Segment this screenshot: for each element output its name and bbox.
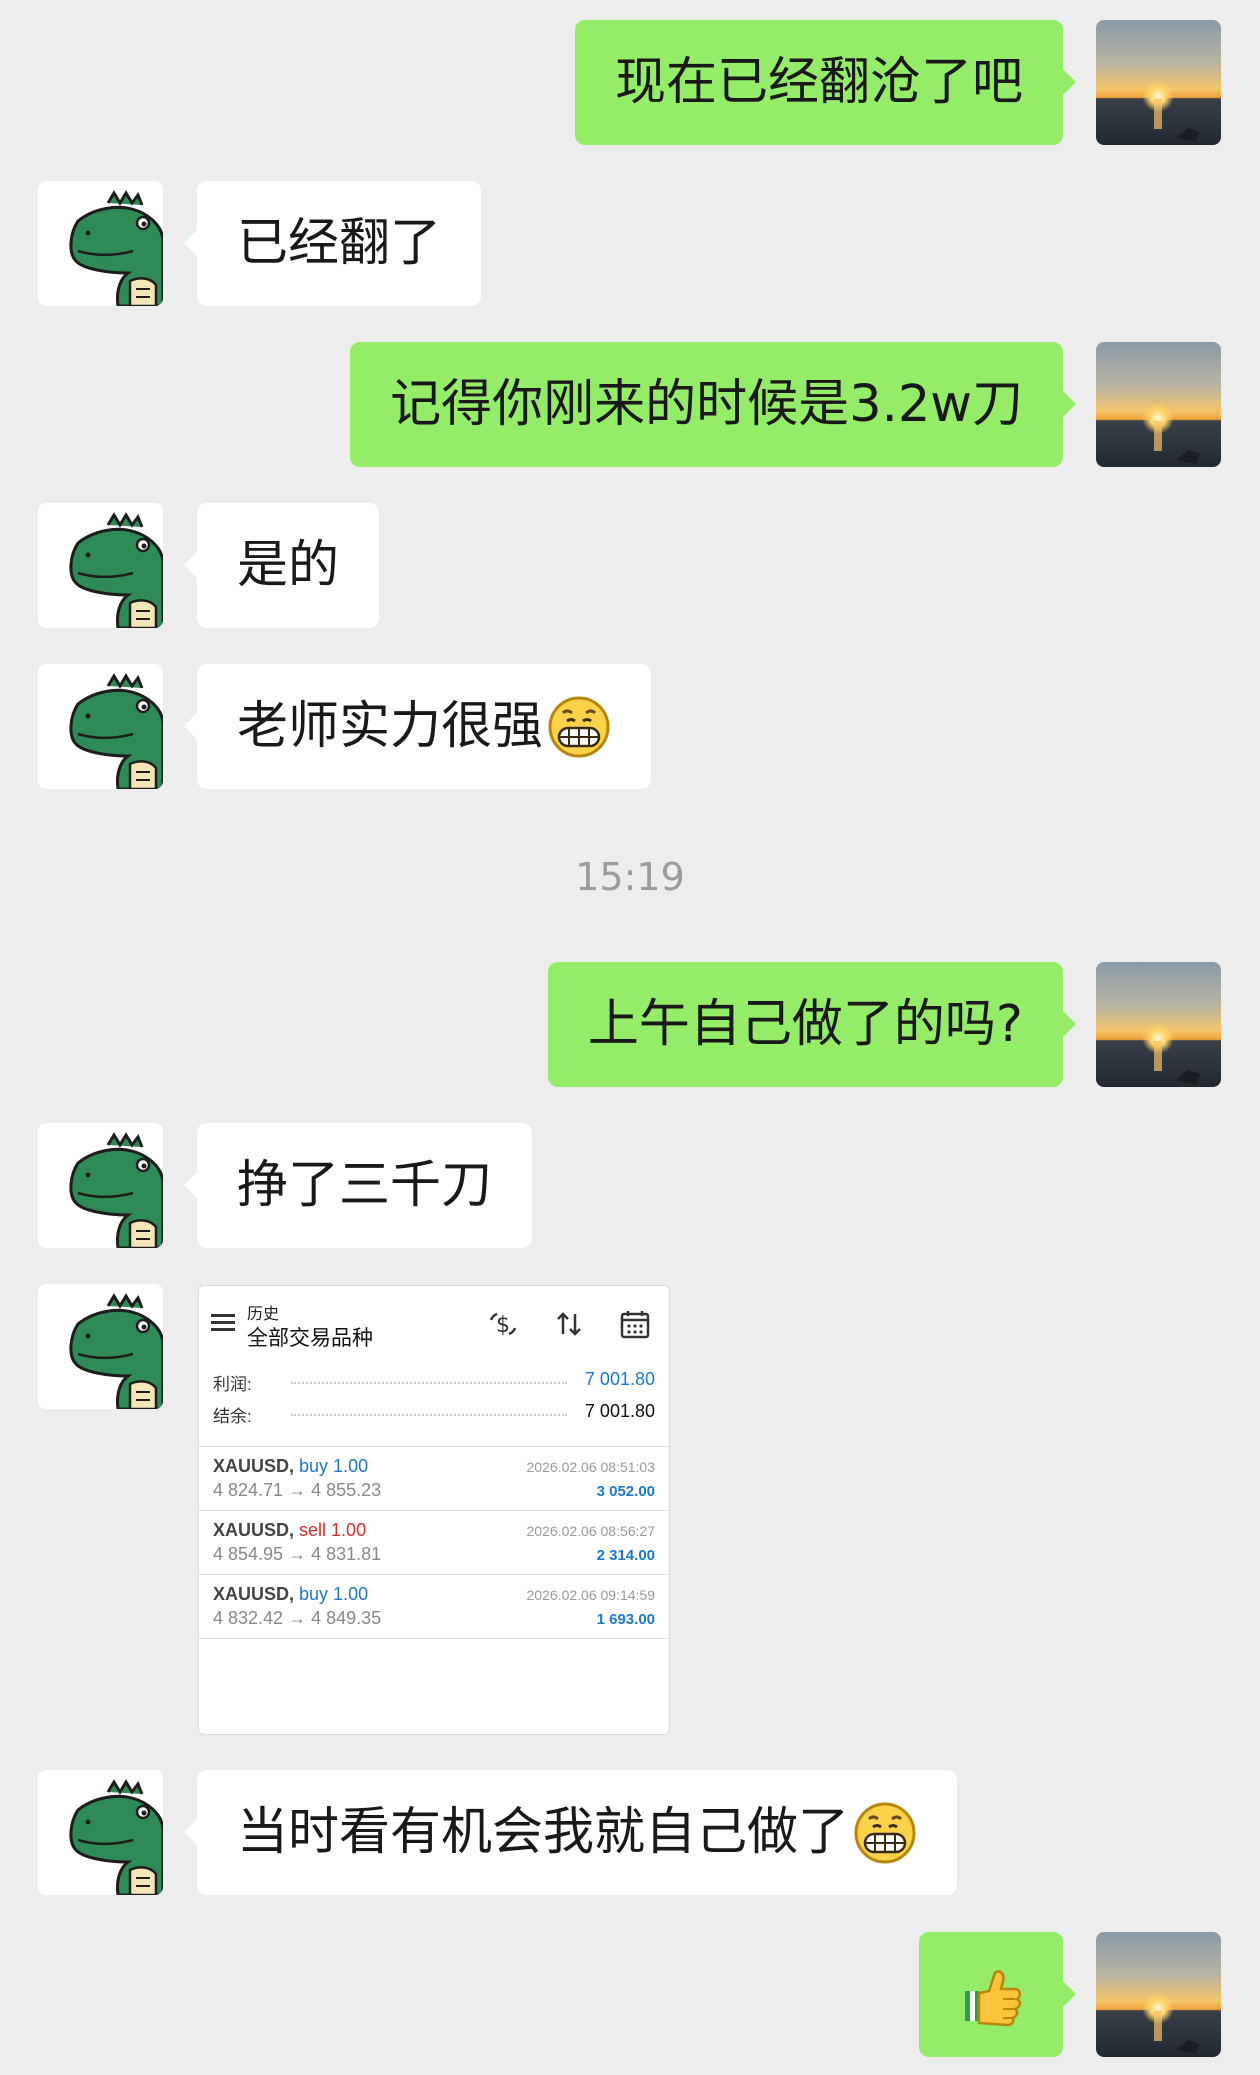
message-row: 记得你刚来的时候是3.2w刀 [0,342,1260,467]
profit-label: 利润: [213,1375,252,1394]
balance-label: 结余: [213,1407,252,1426]
crocodile-avatar-image [38,181,163,306]
menu-icon [211,1314,235,1332]
profit-value: 7 001.80 [584,1369,655,1389]
message-row: 现在已经翻沧了吧 [0,20,1260,145]
calendar-icon [619,1308,651,1340]
trade-profit: 1 693.00 [596,1611,655,1628]
sort-icon [553,1308,585,1340]
message-row: 老师实力很强 [0,664,1260,789]
message-row [0,1932,1260,2057]
trade-prices: 4 832.42 → 4 849.35 [213,1608,382,1628]
sunset-avatar-image [1096,342,1221,467]
trade-row[interactable]: XAUUSD, buy 1.00 4 832.42 → 4 849.35 202… [199,1575,669,1639]
trade-time: 2026.02.06 08:51:03 [526,1459,655,1475]
trade-row[interactable]: XAUUSD, sell 1.00 4 854.95 → 4 831.81 20… [199,1511,669,1575]
message-text: 挣了三千刀 [237,1156,493,1215]
message-text: 上午自己做了的吗? [587,995,1023,1054]
message-text: 老师实力很强 [237,697,544,756]
crocodile-avatar-image [38,1123,163,1248]
trade-side: buy 1.00 [299,1456,369,1476]
dotted-leader [291,1414,567,1416]
message-row: 是的 [0,503,1260,628]
chat-timestamp: 15:19 [575,855,685,899]
message-row: 上午自己做了的吗? [0,962,1260,1087]
crocodile-avatar-image [38,503,163,628]
contact-avatar[interactable] [38,1123,163,1248]
thumbs-up-icon [959,1963,1023,2027]
svg-text:$: $ [496,1313,510,1338]
message-text: 已经翻了 [237,214,442,273]
trade-time: 2026.02.06 09:14:59 [526,1587,655,1603]
trade-row[interactable]: XAUUSD, buy 1.00 4 824.71 → 4 855.23 202… [199,1447,669,1511]
history-header: 历史 全部交易品种 $ [199,1286,669,1356]
contact-avatar[interactable] [38,664,163,789]
crocodile-avatar-image [38,664,163,789]
contact-avatar[interactable] [38,503,163,628]
trade-side: sell 1.00 [299,1520,367,1540]
message-row: 已经翻了 [0,181,1260,306]
message-text: 现在已经翻沧了吧 [614,53,1023,112]
balance-summary: 结余: 7 001.80 [213,1398,655,1428]
message-bubble-outgoing[interactable]: 记得你刚来的时候是3.2w刀 [350,342,1076,467]
message-bubble-incoming[interactable]: 当时看有机会我就自己做了 [183,1770,958,1895]
contact-avatar[interactable] [38,1284,163,1409]
self-avatar[interactable] [1096,20,1221,145]
trade-prices: 4 824.71 → 4 855.23 [213,1480,382,1500]
dollar-swap-icon: $ [487,1308,519,1340]
crocodile-avatar-image [38,1770,163,1895]
self-avatar[interactable] [1096,342,1221,467]
contact-avatar[interactable] [38,1770,163,1895]
message-row: 挣了三千刀 [0,1123,1260,1248]
trade-symbol: XAUUSD, sell 1.00 [213,1520,367,1540]
message-bubble-incoming[interactable]: 已经翻了 [183,181,482,306]
trade-profit: 3 052.00 [596,1483,655,1500]
message-bubble-incoming[interactable]: 是的 [183,503,380,628]
message-text: 当时看有机会我就自己做了 [237,1803,850,1862]
sunset-avatar-image [1096,1932,1221,2057]
message-bubble-outgoing[interactable] [919,1932,1076,2057]
message-text: 记得你刚来的时候是3.2w刀 [390,375,1023,434]
trade-symbol: XAUUSD, buy 1.00 [213,1456,369,1476]
self-avatar[interactable] [1096,962,1221,1087]
sunset-avatar-image [1096,962,1221,1087]
message-bubble-incoming[interactable]: 挣了三千刀 [183,1123,533,1248]
message-text: 是的 [237,536,340,595]
self-avatar[interactable] [1096,1932,1221,2057]
trade-side: buy 1.00 [299,1584,369,1604]
message-row: 当时看有机会我就自己做了 [0,1770,1260,1895]
trade-history-screenshot[interactable]: 历史 全部交易品种 $ 利润: 7 001.80 结余: 7 001.80 XA… [198,1285,670,1735]
grinning-face-icon [547,695,611,759]
trade-profit: 2 314.00 [596,1547,655,1564]
trade-symbol: XAUUSD, buy 1.00 [213,1584,369,1604]
contact-avatar[interactable] [38,181,163,306]
grinning-face-icon [853,1801,917,1865]
sunset-avatar-image [1096,20,1221,145]
message-bubble-outgoing[interactable]: 上午自己做了的吗? [547,962,1077,1087]
history-header-title: 全部交易品种 [247,1327,373,1350]
message-bubble-incoming[interactable]: 老师实力很强 [183,664,652,789]
dotted-leader [291,1382,567,1384]
history-header-small: 历史 [247,1306,280,1323]
trade-prices: 4 854.95 → 4 831.81 [213,1544,382,1564]
profit-summary: 利润: 7 001.80 [213,1366,655,1396]
trade-time: 2026.02.06 08:56:27 [526,1523,655,1539]
message-bubble-outgoing[interactable]: 现在已经翻沧了吧 [574,20,1077,145]
balance-value: 7 001.80 [584,1401,655,1421]
crocodile-avatar-image [38,1284,163,1409]
